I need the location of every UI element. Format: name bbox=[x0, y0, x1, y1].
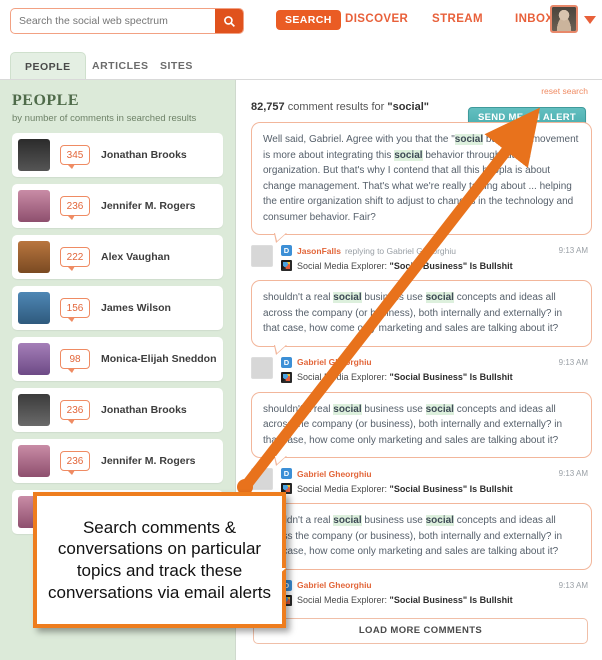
comment-author[interactable]: Gabriel Gheorghiu bbox=[297, 580, 372, 590]
load-more-comments-button[interactable]: LOAD MORE COMMENTS bbox=[253, 617, 588, 644]
person-avatar bbox=[18, 139, 50, 171]
search-submit-button[interactable] bbox=[215, 9, 243, 33]
avatar-image bbox=[552, 7, 576, 31]
comment-text: shouldn't a real social business use soc… bbox=[251, 391, 592, 466]
tab-bar: PEOPLE ARTICLES SITES bbox=[0, 52, 602, 80]
reset-search-link[interactable]: reset search bbox=[251, 84, 592, 96]
person-row[interactable]: 345 Jonathan Brooks bbox=[12, 133, 223, 177]
comment-count-badge: 236 bbox=[60, 196, 90, 220]
comment-count-badge: 236 bbox=[60, 400, 90, 424]
comment-count-badge: 222 bbox=[60, 247, 90, 271]
comment-source[interactable]: Social Media Explorer: "Social Business"… bbox=[297, 261, 513, 271]
disqus-badge-icon: D bbox=[281, 468, 292, 479]
tab-people[interactable]: PEOPLE bbox=[10, 52, 86, 80]
person-name: Alex Vaughan bbox=[101, 251, 170, 263]
comment-timestamp: 9:13 AM bbox=[558, 469, 588, 478]
comment-meta: D JasonFalls replying to Gabriel Gheorghiu… bbox=[251, 245, 592, 271]
comment-text: shouldn't a real social business use soc… bbox=[251, 280, 592, 354]
nav-inbox[interactable]: INBOX bbox=[515, 13, 553, 25]
commenter-avatar bbox=[251, 245, 273, 267]
person-avatar bbox=[18, 394, 50, 426]
comment-timestamp: 9:13 AM bbox=[558, 246, 588, 255]
comment-item[interactable]: Well said, Gabriel. Agree with you that … bbox=[251, 122, 592, 271]
comment-text: shouldn't a real social business use soc… bbox=[251, 503, 592, 577]
person-name: James Wilson bbox=[101, 302, 171, 314]
person-name: Jonathan Brooks bbox=[101, 149, 187, 161]
person-name: Jonathan Brooks bbox=[101, 404, 187, 416]
comment-author[interactable]: Gabriel Gheorghiu bbox=[297, 469, 372, 479]
annotation-text: Search comments & conversations on parti… bbox=[48, 517, 271, 602]
commenter-avatar bbox=[251, 356, 273, 379]
comment-source[interactable]: Social Media Explorer: "Social Business"… bbox=[297, 372, 513, 382]
disqus-badge-icon: D bbox=[281, 356, 292, 368]
site-favicon-icon bbox=[281, 371, 292, 383]
top-bar: SEARCH DISCOVER STREAM INBOX bbox=[0, 0, 602, 48]
chevron-down-icon[interactable] bbox=[584, 16, 596, 24]
comment-author[interactable]: Gabriel Gheorghiu bbox=[297, 357, 372, 367]
tab-sites[interactable]: SITES bbox=[146, 52, 207, 80]
app-window: SEARCH DISCOVER STREAM INBOX PEOPLE ARTI… bbox=[0, 0, 602, 660]
nav-discover[interactable]: DISCOVER bbox=[345, 13, 408, 25]
comment-item[interactable]: shouldn't a real social business use soc… bbox=[251, 391, 592, 494]
comment-author[interactable]: JasonFalls bbox=[297, 246, 341, 256]
nav-search[interactable]: SEARCH bbox=[276, 10, 341, 30]
comment-meta: D Gabriel Gheorghiu 9:13 AM Social Media Ex… bbox=[251, 579, 592, 606]
commenter-avatar bbox=[251, 468, 273, 490]
account-avatar[interactable] bbox=[550, 5, 578, 33]
person-name: Jennifer M. Rogers bbox=[101, 455, 196, 467]
person-row[interactable]: 236 Jennifer M. Rogers bbox=[12, 184, 223, 228]
comment-timestamp: 9:13 AM bbox=[558, 580, 588, 590]
person-avatar bbox=[18, 445, 50, 477]
comment-count-badge: 345 bbox=[60, 145, 90, 169]
results-label: comment results for bbox=[284, 101, 388, 113]
comment-results-panel: reset search 82,757 comment results for … bbox=[237, 80, 602, 660]
sidebar-title: PEOPLE bbox=[12, 92, 80, 109]
magnifier-icon bbox=[223, 15, 236, 28]
people-list: 345 Jonathan Brooks 236 Jennifer M. Rogers 2… bbox=[12, 133, 223, 534]
annotation-callout: Search comments & conversations on parti… bbox=[33, 492, 286, 628]
results-count: 82,757 bbox=[251, 101, 285, 113]
comment-text: Well said, Gabriel. Agree with you that … bbox=[251, 122, 592, 243]
person-row[interactable]: 222 Alex Vaughan bbox=[12, 235, 223, 279]
person-avatar bbox=[18, 241, 50, 273]
person-avatar bbox=[18, 292, 50, 324]
reply-to-label: replying to Gabriel Gheorghiu bbox=[344, 245, 456, 256]
person-row[interactable]: 236 Jonathan Brooks bbox=[12, 388, 223, 432]
results-query: "social" bbox=[387, 101, 429, 113]
person-row[interactable]: 156 James Wilson bbox=[12, 286, 223, 330]
person-row[interactable]: 98 Monica-Elijah Sneddon bbox=[12, 337, 223, 381]
search-box[interactable] bbox=[10, 8, 244, 34]
comment-meta: D Gabriel Gheorghiu 9:13 AM Social Media Ex… bbox=[251, 356, 592, 383]
person-name: Monica-Elijah Sneddon bbox=[101, 353, 217, 365]
search-input[interactable] bbox=[11, 9, 215, 33]
person-name: Jennifer M. Rogers bbox=[101, 200, 196, 212]
comment-source[interactable]: Social Media Explorer: "Social Business"… bbox=[297, 484, 513, 494]
comment-list: Well said, Gabriel. Agree with you that … bbox=[251, 122, 592, 606]
nav-stream[interactable]: STREAM bbox=[432, 13, 483, 25]
person-row[interactable]: 236 Jennifer M. Rogers bbox=[12, 439, 223, 483]
person-avatar bbox=[18, 190, 50, 222]
comment-meta: D Gabriel Gheorghiu 9:13 AM Social Media Ex… bbox=[251, 468, 592, 494]
comment-item[interactable]: shouldn't a real social business use soc… bbox=[251, 280, 592, 383]
comment-timestamp: 9:13 AM bbox=[558, 357, 588, 367]
comment-item[interactable]: shouldn't a real social business use soc… bbox=[251, 503, 592, 606]
person-avatar bbox=[18, 343, 50, 375]
comment-count-badge: 236 bbox=[60, 451, 90, 475]
sidebar-subtitle: by number of comments in searched result… bbox=[12, 113, 197, 124]
site-favicon-icon bbox=[281, 260, 292, 271]
comment-count-badge: 156 bbox=[60, 298, 90, 322]
comment-source[interactable]: Social Media Explorer: "Social Business"… bbox=[297, 595, 513, 605]
comment-count-badge: 98 bbox=[60, 349, 90, 373]
disqus-badge-icon: D bbox=[281, 245, 292, 256]
